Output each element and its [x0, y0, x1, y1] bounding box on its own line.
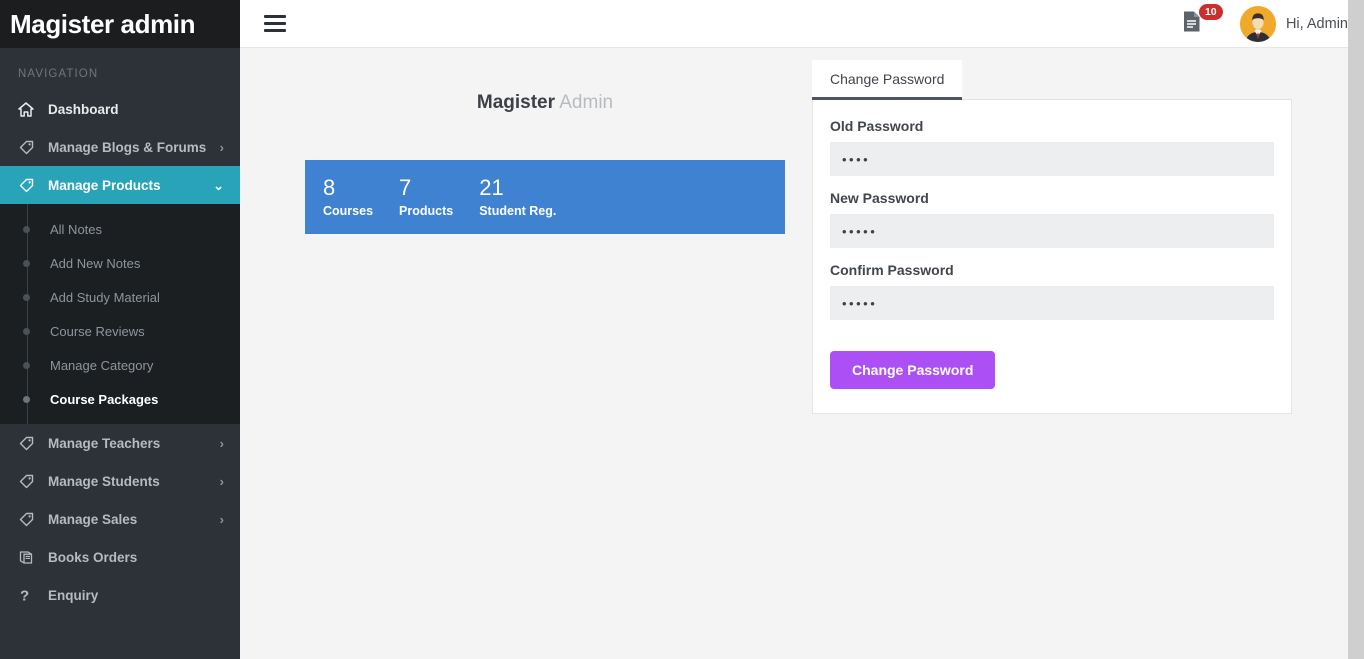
user-greeting: Hi, Admin — [1285, 15, 1348, 32]
svg-text:?: ? — [20, 588, 29, 604]
chevron-right-icon: › — [219, 435, 224, 451]
sidebar-item-manage-students[interactable]: Manage Students › — [0, 462, 240, 500]
new-password-input[interactable]: ••••• — [830, 214, 1274, 248]
brand-title: Magister admin — [10, 8, 196, 39]
sidebar-submenu-manage-products: All Notes Add New Notes Add Study Materi… — [0, 204, 240, 424]
confirm-password-input[interactable]: ••••• — [830, 286, 1274, 320]
sidebar-subitem-add-study-material[interactable]: Add Study Material — [0, 280, 240, 314]
main-area: 10 Hi, Admin Magister Admin 8 Courses 7 … — [240, 0, 1364, 659]
page-title: Magister Admin — [305, 92, 785, 114]
sidebar-item-label: Manage Blogs & Forums — [48, 139, 207, 155]
tag-icon — [18, 138, 40, 156]
hamburger-bar — [264, 29, 286, 32]
chevron-right-icon: › — [219, 139, 224, 155]
sidebar-subitem-label: All Notes — [50, 221, 103, 237]
notification-badge: 10 — [1198, 3, 1223, 20]
sidebar-subitem-label: Add New Notes — [50, 255, 141, 271]
field-label: New Password — [830, 190, 929, 206]
sidebar-subitem-course-packages[interactable]: Course Packages — [0, 382, 240, 416]
bullet-icon — [23, 259, 30, 267]
sidebar-item-label: Manage Teachers — [48, 435, 161, 451]
tab-change-password[interactable]: Change Password — [812, 60, 963, 100]
bullet-icon — [23, 225, 30, 233]
field-new-password: New Password ••••• — [830, 190, 1274, 248]
user-menu[interactable]: Hi, Admin — [1239, 5, 1348, 42]
sidebar-subitem-manage-category[interactable]: Manage Category — [0, 348, 240, 382]
tag-icon — [18, 176, 40, 194]
hamburger-bar — [264, 22, 286, 25]
field-confirm-password: Confirm Password ••••• — [830, 262, 1274, 320]
home-icon — [18, 100, 40, 118]
notifications-button[interactable]: 10 — [1182, 3, 1223, 38]
sidebar-subitem-all-notes[interactable]: All Notes — [0, 212, 240, 246]
page-title-bold: Magister — [476, 92, 556, 113]
change-password-button[interactable]: Change Password — [830, 351, 996, 389]
stat-label: Courses — [323, 203, 374, 218]
field-old-password: Old Password •••• — [830, 118, 1274, 176]
sidebar-item-label: Manage Sales — [48, 511, 138, 527]
sidebar-item-enquiry[interactable]: ? Enquiry — [0, 576, 240, 614]
book-icon — [18, 548, 40, 566]
stat-student-reg: 21 Student Reg. — [479, 176, 556, 217]
brand-header: Magister admin — [0, 0, 240, 48]
stat-products: 7 Products — [399, 176, 453, 217]
sidebar-item-label: Dashboard — [48, 101, 119, 117]
stats-panel: 8 Courses 7 Products 21 Student Reg. — [305, 160, 785, 234]
sidebar-item-books-orders[interactable]: Books Orders — [0, 538, 240, 576]
avatar — [1239, 5, 1276, 42]
field-label: Confirm Password — [830, 262, 954, 278]
sidebar-item-manage-sales[interactable]: Manage Sales › — [0, 500, 240, 538]
sidebar-nav-list: Dashboard Manage Blogs & Forums › Manage… — [0, 90, 240, 614]
tag-icon — [18, 472, 40, 490]
sidebar-item-label: Books Orders — [48, 549, 138, 565]
bullet-icon — [23, 293, 30, 301]
sidebar-subitem-label: Manage Category — [50, 357, 154, 373]
old-password-input[interactable]: •••• — [830, 142, 1274, 176]
sidebar: Magister admin NAVIGATION Dashboard Mana… — [0, 0, 240, 659]
sidebar-subitem-add-new-notes[interactable]: Add New Notes — [0, 246, 240, 280]
sidebar-item-label: Manage Products — [48, 177, 161, 193]
bullet-icon — [23, 395, 30, 403]
sidebar-subitem-course-reviews[interactable]: Course Reviews — [0, 314, 240, 348]
sidebar-item-label: Manage Students — [48, 473, 160, 489]
page-scrollbar[interactable] — [1348, 0, 1364, 659]
chevron-right-icon: › — [219, 473, 224, 489]
sidebar-item-manage-blogs-forums[interactable]: Manage Blogs & Forums › — [0, 128, 240, 166]
content-area: Magister Admin 8 Courses 7 Products 21 S… — [240, 48, 1364, 658]
change-password-card: Old Password •••• New Password ••••• Con… — [812, 100, 1292, 414]
tag-icon — [18, 510, 40, 528]
tag-icon — [18, 434, 40, 452]
stat-label: Student Reg. — [479, 203, 557, 218]
navigation-section-label: NAVIGATION — [18, 68, 99, 80]
top-bar: 10 Hi, Admin — [240, 0, 1364, 48]
tab-bar: Change Password — [812, 60, 1292, 100]
overview-column: Magister Admin 8 Courses 7 Products 21 S… — [305, 92, 785, 234]
admin-dashboard: Magister admin NAVIGATION Dashboard Mana… — [0, 0, 1364, 659]
hamburger-bar — [264, 15, 286, 18]
stat-value: 7 — [399, 175, 412, 201]
stat-courses: 8 Courses — [323, 176, 373, 217]
sidebar-item-manage-products[interactable]: Manage Products ⌄ — [0, 166, 240, 204]
bullet-icon — [23, 361, 30, 369]
hamburger-icon[interactable] — [264, 15, 286, 32]
bullet-icon — [23, 327, 30, 335]
page-title-light: Admin — [559, 92, 614, 113]
change-password-column: Change Password Old Password •••• New Pa… — [812, 60, 1292, 414]
sidebar-subitem-label: Course Packages — [50, 391, 159, 407]
stat-label: Products — [399, 203, 454, 218]
sidebar-item-manage-teachers[interactable]: Manage Teachers › — [0, 424, 240, 462]
chevron-right-icon: › — [219, 511, 224, 527]
sidebar-item-label: Enquiry — [48, 587, 99, 603]
chevron-down-icon: ⌄ — [213, 177, 224, 193]
stat-value: 8 — [323, 175, 336, 201]
field-label: Old Password — [830, 118, 924, 134]
question-icon: ? — [18, 586, 40, 604]
sidebar-subitem-label: Add Study Material — [50, 289, 160, 305]
sidebar-subitem-label: Course Reviews — [50, 323, 145, 339]
sidebar-item-dashboard[interactable]: Dashboard — [0, 90, 240, 128]
stat-value: 21 — [479, 175, 504, 201]
